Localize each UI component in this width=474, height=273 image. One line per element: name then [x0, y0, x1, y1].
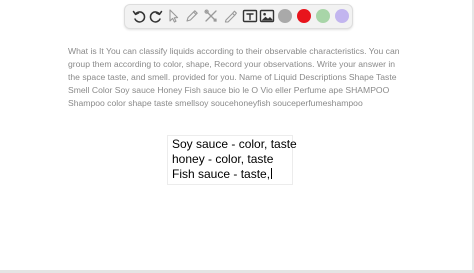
- whiteboard-canvas[interactable]: What is It You can classify liquids acco…: [0, 0, 474, 273]
- redo-icon[interactable]: [148, 8, 164, 24]
- highlighter-icon[interactable]: [222, 8, 238, 24]
- answer-line: honey - color, taste: [172, 152, 274, 166]
- question-text: What is It You can classify liquids acco…: [68, 46, 400, 108]
- color-swatch-gray[interactable]: [278, 9, 292, 23]
- tools-icon[interactable]: [203, 8, 219, 24]
- text-box-icon[interactable]: [242, 8, 258, 24]
- text-caret: [271, 168, 273, 179]
- undo-icon[interactable]: [131, 8, 147, 24]
- answer-line: Soy sauce - color, taste: [172, 137, 297, 151]
- color-swatch-purple[interactable]: [335, 9, 349, 23]
- color-swatch-green[interactable]: [316, 9, 330, 23]
- answer-line: Fish sauce - taste,: [172, 167, 273, 182]
- answer-text-box[interactable]: Soy sauce - color, taste honey - color, …: [167, 135, 297, 185]
- answer-line-text: Fish sauce - taste,: [172, 167, 271, 181]
- pen-icon[interactable]: [184, 8, 200, 24]
- color-swatch-red[interactable]: [297, 9, 311, 23]
- image-icon[interactable]: [259, 8, 275, 24]
- drawing-toolbar: [124, 4, 353, 29]
- pointer-icon[interactable]: [165, 8, 181, 24]
